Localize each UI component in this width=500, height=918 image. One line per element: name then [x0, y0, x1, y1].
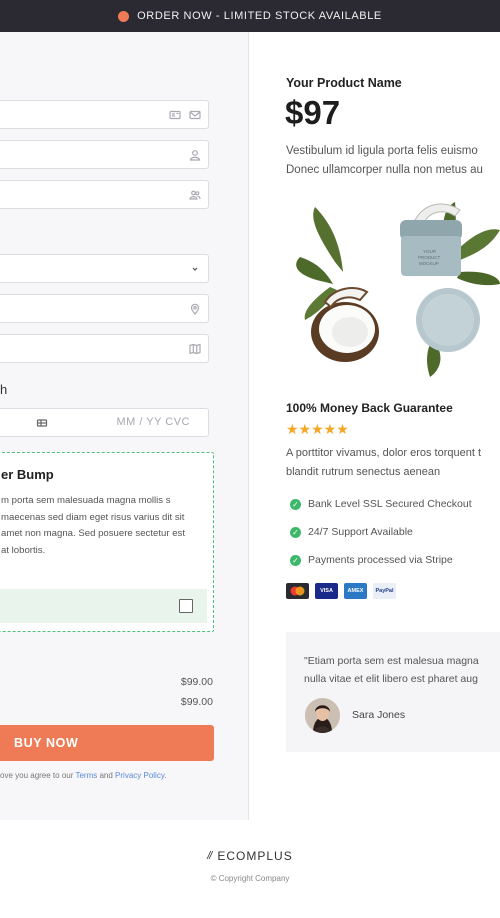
- mastercard-icon: [286, 583, 309, 599]
- jar-label-line-3: MOCKUP: [419, 261, 439, 266]
- amex-icon: AMEX: [344, 583, 367, 599]
- testimonial-quote: "Etiam porta sem est malesua magna nulla…: [304, 652, 479, 688]
- banner-text: ORDER NOW - LIMITED STOCK AVAILABLE: [137, 10, 382, 22]
- visa-icon: VISA: [315, 583, 338, 599]
- last-name-field[interactable]: [0, 180, 209, 209]
- order-bump-box: er Bump m porta sem malesuada magna moll…: [0, 452, 214, 632]
- address-field[interactable]: [0, 294, 209, 323]
- testimonial-quote-line-2: nulla vitae et elit libero est pharet au…: [304, 673, 478, 685]
- feature-label: Payments processed via Stripe: [308, 554, 453, 566]
- product-description-line-1: Vestibulum id ligula porta felis euismo: [286, 145, 478, 157]
- star-rating: ★★★★★: [286, 422, 349, 436]
- feature-item: ✓ Bank Level SSL Secured Checkout: [290, 498, 472, 510]
- users-icon: [188, 188, 202, 202]
- testimonial-quote-line-1: "Etiam porta sem est malesua magna: [304, 655, 479, 667]
- feature-label: Bank Level SSL Secured Checkout: [308, 498, 472, 510]
- order-bump-description: m porta sem malesuada magna mollis s mae…: [1, 495, 185, 556]
- map-pin-icon: [188, 302, 202, 316]
- jar-label-line-2: PRODUCT: [418, 255, 441, 260]
- guarantee-description-line-1: A porttitor vivamus, dolor eros torquent…: [286, 447, 482, 459]
- product-name: Your Product Name: [286, 76, 402, 90]
- card-field[interactable]: MM / YY CVC: [0, 408, 209, 437]
- product-description-line-2: Donec ullamcorper nulla non metus au: [286, 164, 483, 176]
- brand-name: ECOMPLUS: [217, 849, 293, 863]
- terms-prefix: ove you agree to our: [0, 771, 76, 780]
- avatar: [305, 698, 340, 733]
- copyright-text: © Copyright Company: [210, 874, 290, 883]
- product-image: YOUR PRODUCT MOCKUP: [296, 202, 500, 377]
- guarantee-description-line-2: blandit rutrum senectus aenean: [286, 466, 441, 478]
- email-field[interactable]: [0, 100, 209, 129]
- brand-mark-icon: //: [207, 850, 212, 862]
- guarantee-title: 100% Money Back Guarantee: [286, 401, 453, 415]
- terms-notice: ove you agree to our Terms and Privacy P…: [0, 771, 166, 780]
- buy-now-button[interactable]: BUY NOW: [0, 725, 214, 761]
- check-circle-icon: ✓: [290, 554, 301, 566]
- summary-line-1: $99.00: [180, 676, 213, 688]
- id-card-icon: [168, 108, 182, 122]
- order-bump-title: er Bump: [1, 467, 54, 482]
- guarantee-description: A porttitor vivamus, dolor eros torquent…: [286, 444, 481, 482]
- chevron-down-icon: [188, 262, 202, 276]
- feature-item: ✓ 24/7 Support Available: [290, 526, 413, 538]
- privacy-policy-link[interactable]: Privacy Policy: [115, 771, 164, 780]
- check-circle-icon: ✓: [290, 526, 301, 538]
- payment-section-label: h: [0, 382, 8, 397]
- payment-methods: VISA AMEX PayPal: [286, 583, 396, 599]
- terms-suffix: .: [164, 771, 167, 780]
- testimonial-author: Sara Jones: [352, 709, 406, 721]
- card-chip-icon: [35, 416, 49, 430]
- order-bump-check-row[interactable]: [0, 589, 207, 623]
- terms-link[interactable]: Terms: [75, 771, 97, 780]
- top-banner: ORDER NOW - LIMITED STOCK AVAILABLE: [0, 0, 500, 32]
- user-icon: [188, 148, 202, 162]
- product-price: $97: [285, 94, 341, 131]
- testimonial-card: "Etiam porta sem est malesua magna nulla…: [286, 632, 500, 752]
- city-field[interactable]: [0, 334, 209, 363]
- jar-label-line-1: YOUR: [423, 249, 437, 254]
- product-description: Vestibulum id ligula porta felis euismo …: [286, 142, 500, 180]
- order-bump-checkbox[interactable]: [179, 599, 193, 613]
- country-select[interactable]: [0, 254, 209, 283]
- feature-item: ✓ Payments processed via Stripe: [290, 554, 453, 566]
- envelope-icon: [188, 108, 202, 122]
- product-summary-panel: Your Product Name $97 Vestibulum id ligu…: [250, 32, 500, 820]
- paypal-icon: PayPal: [373, 583, 396, 599]
- feature-label: 24/7 Support Available: [308, 526, 413, 538]
- summary-line-2: $99.00: [180, 696, 213, 708]
- check-circle-icon: ✓: [290, 498, 301, 510]
- card-expiry-cvc-placeholder: MM / YY CVC: [116, 416, 190, 428]
- first-name-field[interactable]: [0, 140, 209, 169]
- star-icons: ★★★★★: [286, 421, 349, 437]
- map-icon: [188, 342, 202, 356]
- checkout-form-panel: h MM / YY CVC er Bump m porta sem malesu…: [0, 32, 249, 820]
- footer-logo: // ECOMPLUS: [0, 849, 500, 863]
- banner-dot-icon: [118, 10, 130, 22]
- terms-and: and: [97, 771, 116, 780]
